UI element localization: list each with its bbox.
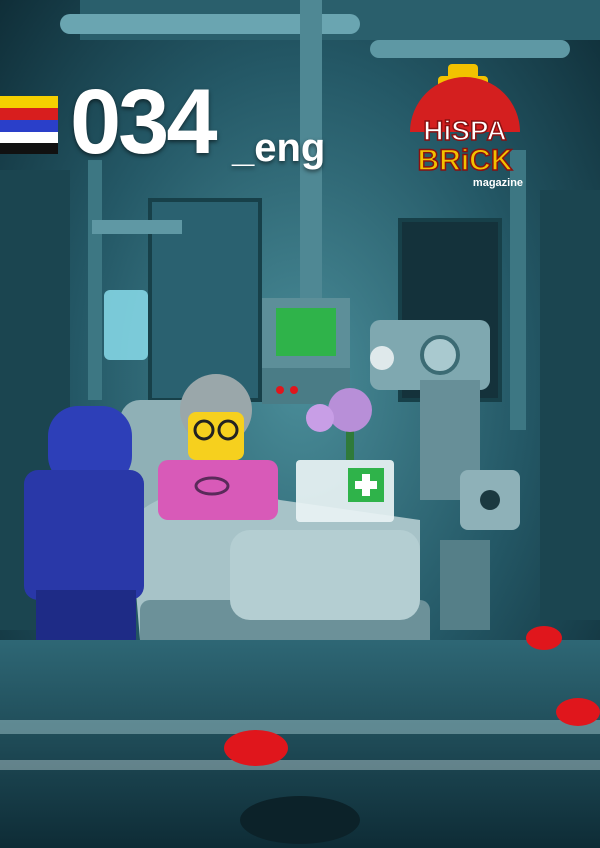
magazine-cover: 034 _eng HiSPA BRiCK magazine xyxy=(0,0,600,848)
flag-stripe-blue xyxy=(0,120,58,132)
flag-stripe-white xyxy=(0,132,58,143)
console-light-2 xyxy=(290,386,298,394)
flag-stripe-red xyxy=(0,108,58,120)
figure-shirt xyxy=(158,460,278,520)
floor-shadow xyxy=(240,796,360,844)
robot-eye xyxy=(420,335,460,375)
floor-edge-2 xyxy=(0,760,600,770)
logo-line1: HiSPA xyxy=(423,115,507,146)
iv-bag xyxy=(104,290,148,360)
logo-line2: BRiCK xyxy=(418,144,513,177)
astronaut-torso xyxy=(24,470,144,600)
language-flag xyxy=(0,96,58,154)
flag-stripe-yellow xyxy=(0,96,58,108)
flag-stripe-black xyxy=(0,143,58,154)
robot-leg xyxy=(440,540,490,630)
bed-footboard xyxy=(230,530,420,620)
floor-button xyxy=(224,730,288,766)
monitor-screen xyxy=(276,308,336,356)
logo-tagline: magazine xyxy=(473,177,523,189)
robot-arm-socket xyxy=(480,490,500,510)
vertical-pipe-left xyxy=(88,160,102,400)
wall-panel-right xyxy=(540,190,600,620)
floor-edge xyxy=(0,720,600,734)
robot-lens xyxy=(370,346,394,370)
issue-language: _eng xyxy=(232,126,326,170)
floor-button-3 xyxy=(526,626,562,650)
vertical-pipe-right xyxy=(510,150,526,430)
console-light xyxy=(276,386,284,394)
issue-number: 034 xyxy=(70,71,217,173)
flower xyxy=(328,388,372,432)
hispabrick-logo[interactable]: HiSPA BRiCK magazine xyxy=(400,62,530,192)
floor-button-2 xyxy=(556,698,600,726)
flower-2 xyxy=(306,404,334,432)
iv-arm xyxy=(92,220,182,234)
ceiling-pipe-2 xyxy=(370,40,570,58)
